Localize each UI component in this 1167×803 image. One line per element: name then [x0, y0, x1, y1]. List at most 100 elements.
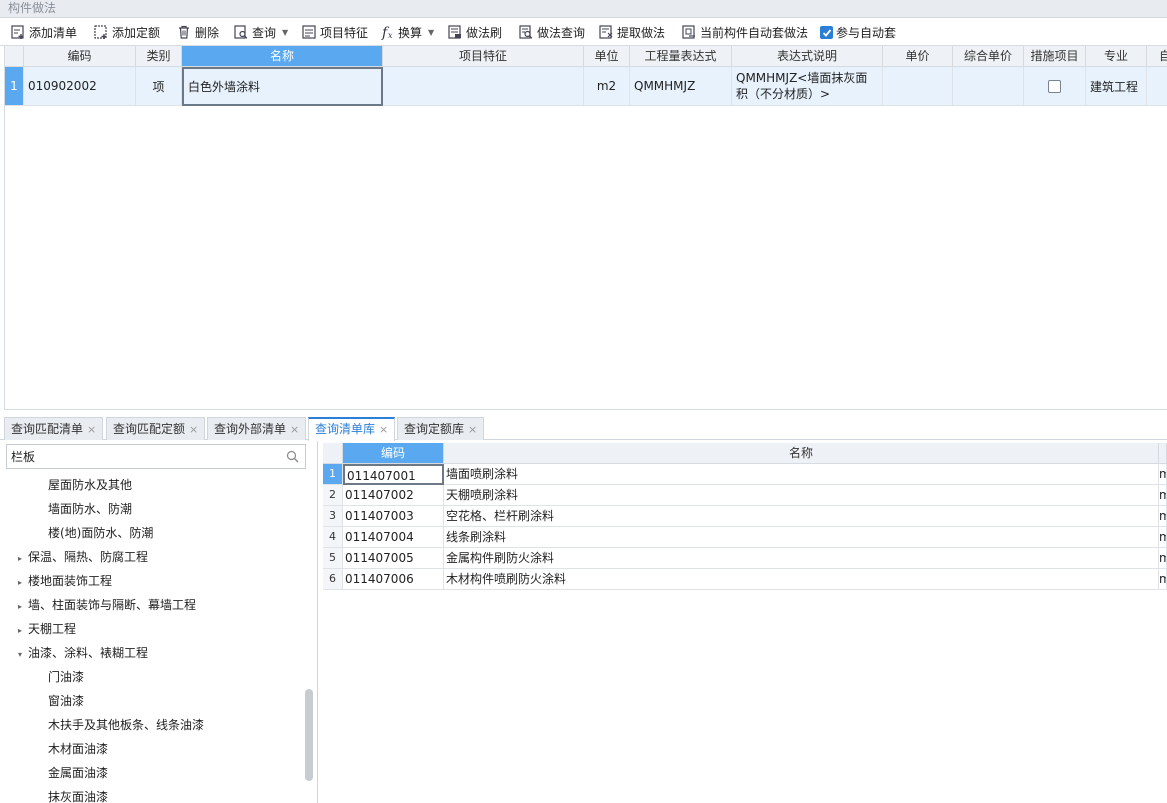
extra-cell[interactable] — [1147, 67, 1167, 106]
unit-cell[interactable]: m — [1159, 506, 1167, 527]
tree-node[interactable]: ▾ 油漆、涂料、裱糊工程 — [18, 641, 148, 665]
unit-cell[interactable]: m — [1159, 527, 1167, 548]
item-features-button[interactable]: 项目特征 — [301, 22, 368, 42]
column-header[interactable]: 表达式说明 — [732, 46, 883, 67]
measure-checkbox[interactable] — [1048, 79, 1061, 93]
features-cell[interactable] — [383, 67, 584, 106]
unit-cell[interactable]: m — [1159, 464, 1167, 485]
tree-node[interactable]: 木扶手及其他板条、线条油漆 — [48, 713, 204, 737]
expression-cell[interactable]: QMMHMJZ — [630, 67, 732, 106]
column-header[interactable]: 措施项目 — [1024, 46, 1086, 67]
column-header[interactable]: 工程量表达式 — [630, 46, 732, 67]
name-cell[interactable]: 白色外墙涂料 — [182, 67, 383, 106]
column-header[interactable]: 自 — [1147, 46, 1167, 67]
delete-button[interactable]: 删除 — [176, 22, 219, 42]
tree-node[interactable]: ▸ 天棚工程 — [18, 617, 76, 641]
column-header[interactable]: 类别 — [136, 46, 182, 67]
row-number[interactable]: 3 — [323, 506, 343, 527]
name-cell[interactable]: 线条刷涂料 — [444, 527, 1159, 548]
unit-cell[interactable]: m — [1159, 485, 1167, 506]
row-number[interactable]: 1 — [5, 67, 24, 106]
add-quota-button[interactable]: 添加定额 — [93, 22, 160, 42]
column-header[interactable]: 单价 — [883, 46, 953, 67]
name-cell[interactable]: 木材构件喷刷防火涂料 — [444, 569, 1159, 590]
column-header[interactable]: 综合单价 — [953, 46, 1024, 67]
code-cell[interactable]: 011407004 — [343, 527, 444, 548]
row-number[interactable]: 2 — [323, 485, 343, 506]
unit-cell[interactable]: m — [1159, 569, 1167, 590]
table-row[interactable]: 2 011407002 天棚喷刷涂料 m — [323, 485, 1167, 506]
auto-set-button[interactable]: 当前构件自动套做法 — [681, 22, 808, 42]
tree-node[interactable]: ▸ 保温、隔热、防腐工程 — [18, 545, 148, 569]
close-icon[interactable]: × — [290, 423, 299, 436]
tree-node[interactable]: 楼(地)面防水、防潮 — [48, 521, 153, 545]
name-cell[interactable]: 墙面喷刷涂料 — [444, 464, 1159, 485]
table-row[interactable]: 3 011407003 空花格、栏杆刷涂料 m — [323, 506, 1167, 527]
search-input[interactable]: 栏板 — [6, 444, 306, 469]
tree-node[interactable]: 屋面防水及其他 — [48, 473, 132, 497]
table-row[interactable]: 4 011407004 线条刷涂料 m — [323, 527, 1167, 548]
tree-node[interactable]: 抹灰面油漆 — [48, 785, 108, 803]
tree-node[interactable]: ▸ 墙、柱面装饰与隔断、幕墙工程 — [18, 593, 196, 617]
code-cell[interactable]: 011407006 — [343, 569, 444, 590]
tree-scrollbar[interactable] — [305, 689, 313, 781]
table-row[interactable]: 6 011407006 木材构件喷刷防火涂料 m — [323, 569, 1167, 590]
extract-method-button[interactable]: 提取做法 — [598, 22, 665, 42]
column-header[interactable]: 编码 — [24, 46, 136, 67]
tree-node[interactable]: 金属面油漆 — [48, 761, 108, 785]
expand-arrow-icon[interactable]: ▸ — [18, 595, 28, 619]
participate-auto-checkbox[interactable]: 参与自动套 — [820, 24, 896, 41]
row-number[interactable]: 6 — [323, 569, 343, 590]
tree-node[interactable]: 门油漆 — [48, 665, 84, 689]
tab-match-list[interactable]: 查询匹配清单 × — [4, 417, 104, 440]
unit-cell[interactable]: m2 — [584, 67, 630, 106]
name-cell[interactable]: 空花格、栏杆刷涂料 — [444, 506, 1159, 527]
name-cell[interactable]: 天棚喷刷涂料 — [444, 485, 1159, 506]
convert-dropdown[interactable]: fx 换算 ▼ — [381, 22, 434, 42]
collapse-arrow-icon[interactable]: ▾ — [18, 643, 28, 667]
table-row[interactable]: 1 010902002 项 白色外墙涂料 m2 QMMHMJZ QMMHMJZ<… — [5, 67, 1167, 106]
type-cell[interactable]: 项 — [136, 67, 182, 106]
add-list-button[interactable]: 添加清单 — [10, 22, 77, 42]
tree-node[interactable]: ▸ 楼地面装饰工程 — [18, 569, 112, 593]
code-cell[interactable]: 011407005 — [343, 548, 444, 569]
tab-list-library[interactable]: 查询清单库 × — [308, 417, 396, 441]
close-icon[interactable]: × — [468, 423, 477, 436]
expression-desc-cell[interactable]: QMMHMJZ<墙面抹灰面积（不分材质）> — [732, 67, 883, 106]
column-header[interactable]: 名称 — [182, 46, 383, 67]
column-header[interactable]: 项目特征 — [383, 46, 584, 67]
tab-quota-library[interactable]: 查询定额库 × — [397, 417, 485, 440]
method-query-button[interactable]: 做法查询 — [518, 22, 585, 42]
unit-cell[interactable]: m — [1159, 548, 1167, 569]
code-cell[interactable]: 011407003 — [343, 506, 444, 527]
close-icon[interactable]: × — [87, 423, 96, 436]
column-header[interactable]: 名称 — [444, 443, 1159, 464]
tab-match-quota[interactable]: 查询匹配定额 × — [106, 417, 206, 440]
expand-arrow-icon[interactable]: ▸ — [18, 619, 28, 643]
close-icon[interactable]: × — [379, 423, 388, 436]
table-row[interactable]: 1 011407001 墙面喷刷涂料 m — [323, 464, 1167, 485]
column-header[interactable]: 单位 — [584, 46, 630, 67]
row-number[interactable]: 4 — [323, 527, 343, 548]
search-icon[interactable] — [286, 450, 299, 463]
column-header[interactable]: 编码 — [343, 443, 444, 464]
code-cell[interactable]: 010902002 — [24, 67, 136, 106]
specialty-cell[interactable]: 建筑工程 — [1086, 67, 1147, 106]
query-dropdown[interactable]: 查询 ▼ — [233, 22, 288, 42]
code-cell[interactable]: 011407001 — [343, 464, 444, 485]
tree-node[interactable]: 窗油漆 — [48, 689, 84, 713]
method-brush-button[interactable]: 做法刷 — [447, 22, 502, 42]
column-header[interactable]: 专业 — [1086, 46, 1147, 67]
table-row[interactable]: 5 011407005 金属构件刷防火涂料 m — [323, 548, 1167, 569]
tree-node[interactable]: 墙面防水、防潮 — [48, 497, 132, 521]
code-cell[interactable]: 011407002 — [343, 485, 444, 506]
row-number[interactable]: 1 — [323, 464, 343, 485]
name-cell[interactable]: 金属构件刷防火涂料 — [444, 548, 1159, 569]
row-number[interactable]: 5 — [323, 548, 343, 569]
tree-node[interactable]: 木材面油漆 — [48, 737, 108, 761]
expand-arrow-icon[interactable]: ▸ — [18, 571, 28, 595]
close-icon[interactable]: × — [189, 423, 198, 436]
price-cell[interactable] — [883, 67, 953, 106]
column-header[interactable] — [1159, 443, 1167, 464]
expand-arrow-icon[interactable]: ▸ — [18, 547, 28, 571]
